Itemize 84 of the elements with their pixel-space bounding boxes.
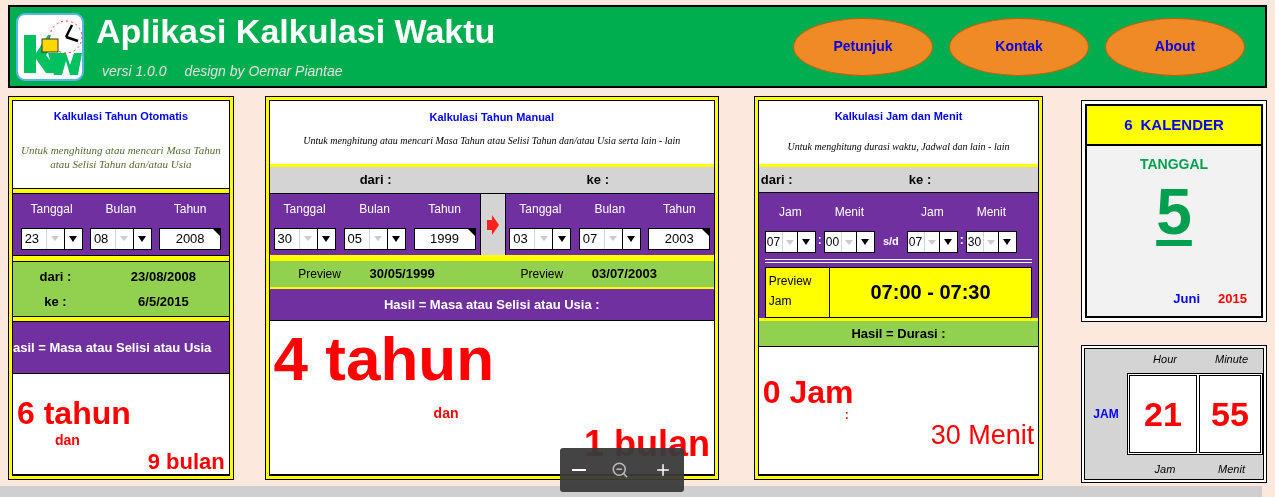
- to-label: ke :: [585, 171, 610, 190]
- field-label: Tahun: [173, 200, 207, 218]
- to-label: ke :: [908, 170, 932, 189]
- calendar-day: 5: [1087, 177, 1261, 247]
- field-label: Jam: [779, 204, 802, 221]
- field-label: Jam: [921, 204, 944, 221]
- summary-label: dari :: [38, 267, 73, 286]
- dropdown[interactable]: 00: [823, 231, 875, 253]
- panel-description: Untuk menghitung durasi waktu, Jadwal dan lain - lain: [787, 139, 1010, 154]
- result-heading: Hasil = Masa atau Selisi atau Usia :: [383, 295, 600, 314]
- result-months: 9 bulan: [147, 451, 225, 473]
- result-years: 6 tahun: [17, 396, 132, 430]
- preview-time: 07:00 - 07:30: [869, 280, 992, 306]
- result-connector: dan: [55, 431, 81, 450]
- field-label: Menit: [976, 204, 1006, 221]
- preview-label: Preview: [519, 266, 565, 283]
- panel-description: Untuk menghitung atau mencari Masa Tahun atau Selisi Tahun dan/atau Usia serta lain - lain: [303, 133, 681, 147]
- dropdown[interactable]: 30: [273, 227, 336, 250]
- result-separator: :: [844, 409, 850, 421]
- result-minutes: 30 Menit: [930, 421, 1035, 449]
- field-label: Tanggal: [30, 200, 73, 218]
- credit-text: design by Oemar Piantae: [184, 62, 343, 81]
- panel-title: Kalkulasi Tahun Otomatis: [53, 109, 188, 124]
- result-hours: 0 Jam: [762, 375, 855, 409]
- nav-button[interactable]: Petunjuk: [793, 17, 933, 76]
- result-heading: Hasil = Durasi :: [851, 324, 946, 343]
- field-label: Bulan: [359, 200, 390, 218]
- preview-label: Preview Jam: [765, 267, 830, 317]
- panel-title: Kalkulasi Tahun Manual: [429, 110, 555, 125]
- result-heading: asil = Masa atau Selisi atau Usia: [13, 338, 212, 357]
- version-text: versi 1.0.0: [102, 62, 167, 81]
- dropdown[interactable]: 07: [764, 231, 816, 253]
- clock-minute: 55: [1199, 375, 1261, 453]
- until-text: s/d: [881, 233, 900, 249]
- panel-title: Kalkulasi Jam dan Menit: [834, 109, 963, 124]
- time-colon: :: [816, 232, 823, 249]
- summary-label: ke :: [43, 292, 68, 311]
- dropdown[interactable]: 23: [20, 227, 83, 250]
- zoom-reset-button[interactable]: [611, 461, 629, 479]
- panel-description: Untuk menghitung atau mencari Masa Tahun atau Selisi Tahun dan/atau Usia: [21, 142, 221, 171]
- zoom-out-icon: [611, 461, 629, 479]
- hour-footer: Jam: [1130, 460, 1200, 478]
- dropdown[interactable]: 03: [509, 227, 572, 250]
- preview-date: 30/05/1999: [369, 265, 435, 284]
- minute-footer: Menit: [1200, 460, 1263, 478]
- calendar-month: Juni: [1173, 289, 1201, 308]
- dropdown[interactable]: 07: [578, 227, 641, 250]
- summary-value: 6/5/2015: [137, 292, 190, 311]
- dropdown[interactable]: 30: [965, 231, 1017, 253]
- arrow-icon: [486, 214, 499, 235]
- from-label: dari :: [759, 170, 794, 189]
- date-label: TANGGAL: [1138, 155, 1210, 174]
- year-field[interactable]: 2003: [648, 227, 711, 250]
- field-label: Bulan: [594, 200, 626, 218]
- calendar-number: 6: [1124, 114, 1133, 135]
- field-label: Tanggal: [519, 200, 562, 218]
- field-label: Menit: [834, 204, 864, 221]
- clock-label: JAM: [1092, 406, 1120, 423]
- preview-label: Preview: [297, 266, 342, 283]
- nav-button[interactable]: About: [1105, 17, 1245, 76]
- field-label: Tanggal: [283, 200, 326, 218]
- nav-button[interactable]: Kontak: [949, 17, 1089, 76]
- year-field[interactable]: 2008: [159, 227, 222, 250]
- calendar-year: 2015: [1218, 289, 1247, 308]
- year-field[interactable]: 1999: [413, 227, 476, 250]
- from-label: dari :: [358, 171, 393, 190]
- time-colon: :: [958, 232, 965, 249]
- dropdown[interactable]: 05: [343, 227, 406, 250]
- field-label: Tahun: [662, 200, 696, 218]
- app-title: Aplikasi Kalkulasi Waktu: [96, 11, 496, 51]
- result-connector: dan: [433, 404, 460, 423]
- result-years: 4 tahun: [273, 325, 496, 393]
- dropdown[interactable]: 08: [89, 227, 152, 250]
- minute-caption: Minute: [1214, 351, 1249, 367]
- clock-hour: 21: [1129, 375, 1197, 453]
- minus-icon: [572, 469, 587, 471]
- calendar-title: KALENDER: [1140, 114, 1224, 135]
- preview-date: 03/07/2003: [591, 265, 657, 284]
- dropdown[interactable]: 07: [906, 231, 958, 253]
- hour-caption: Hour: [1152, 351, 1178, 367]
- summary-value: 23/08/2008: [129, 267, 197, 286]
- field-label: Tahun: [428, 200, 461, 218]
- logo-icon: [16, 12, 84, 81]
- field-label: Bulan: [105, 200, 137, 218]
